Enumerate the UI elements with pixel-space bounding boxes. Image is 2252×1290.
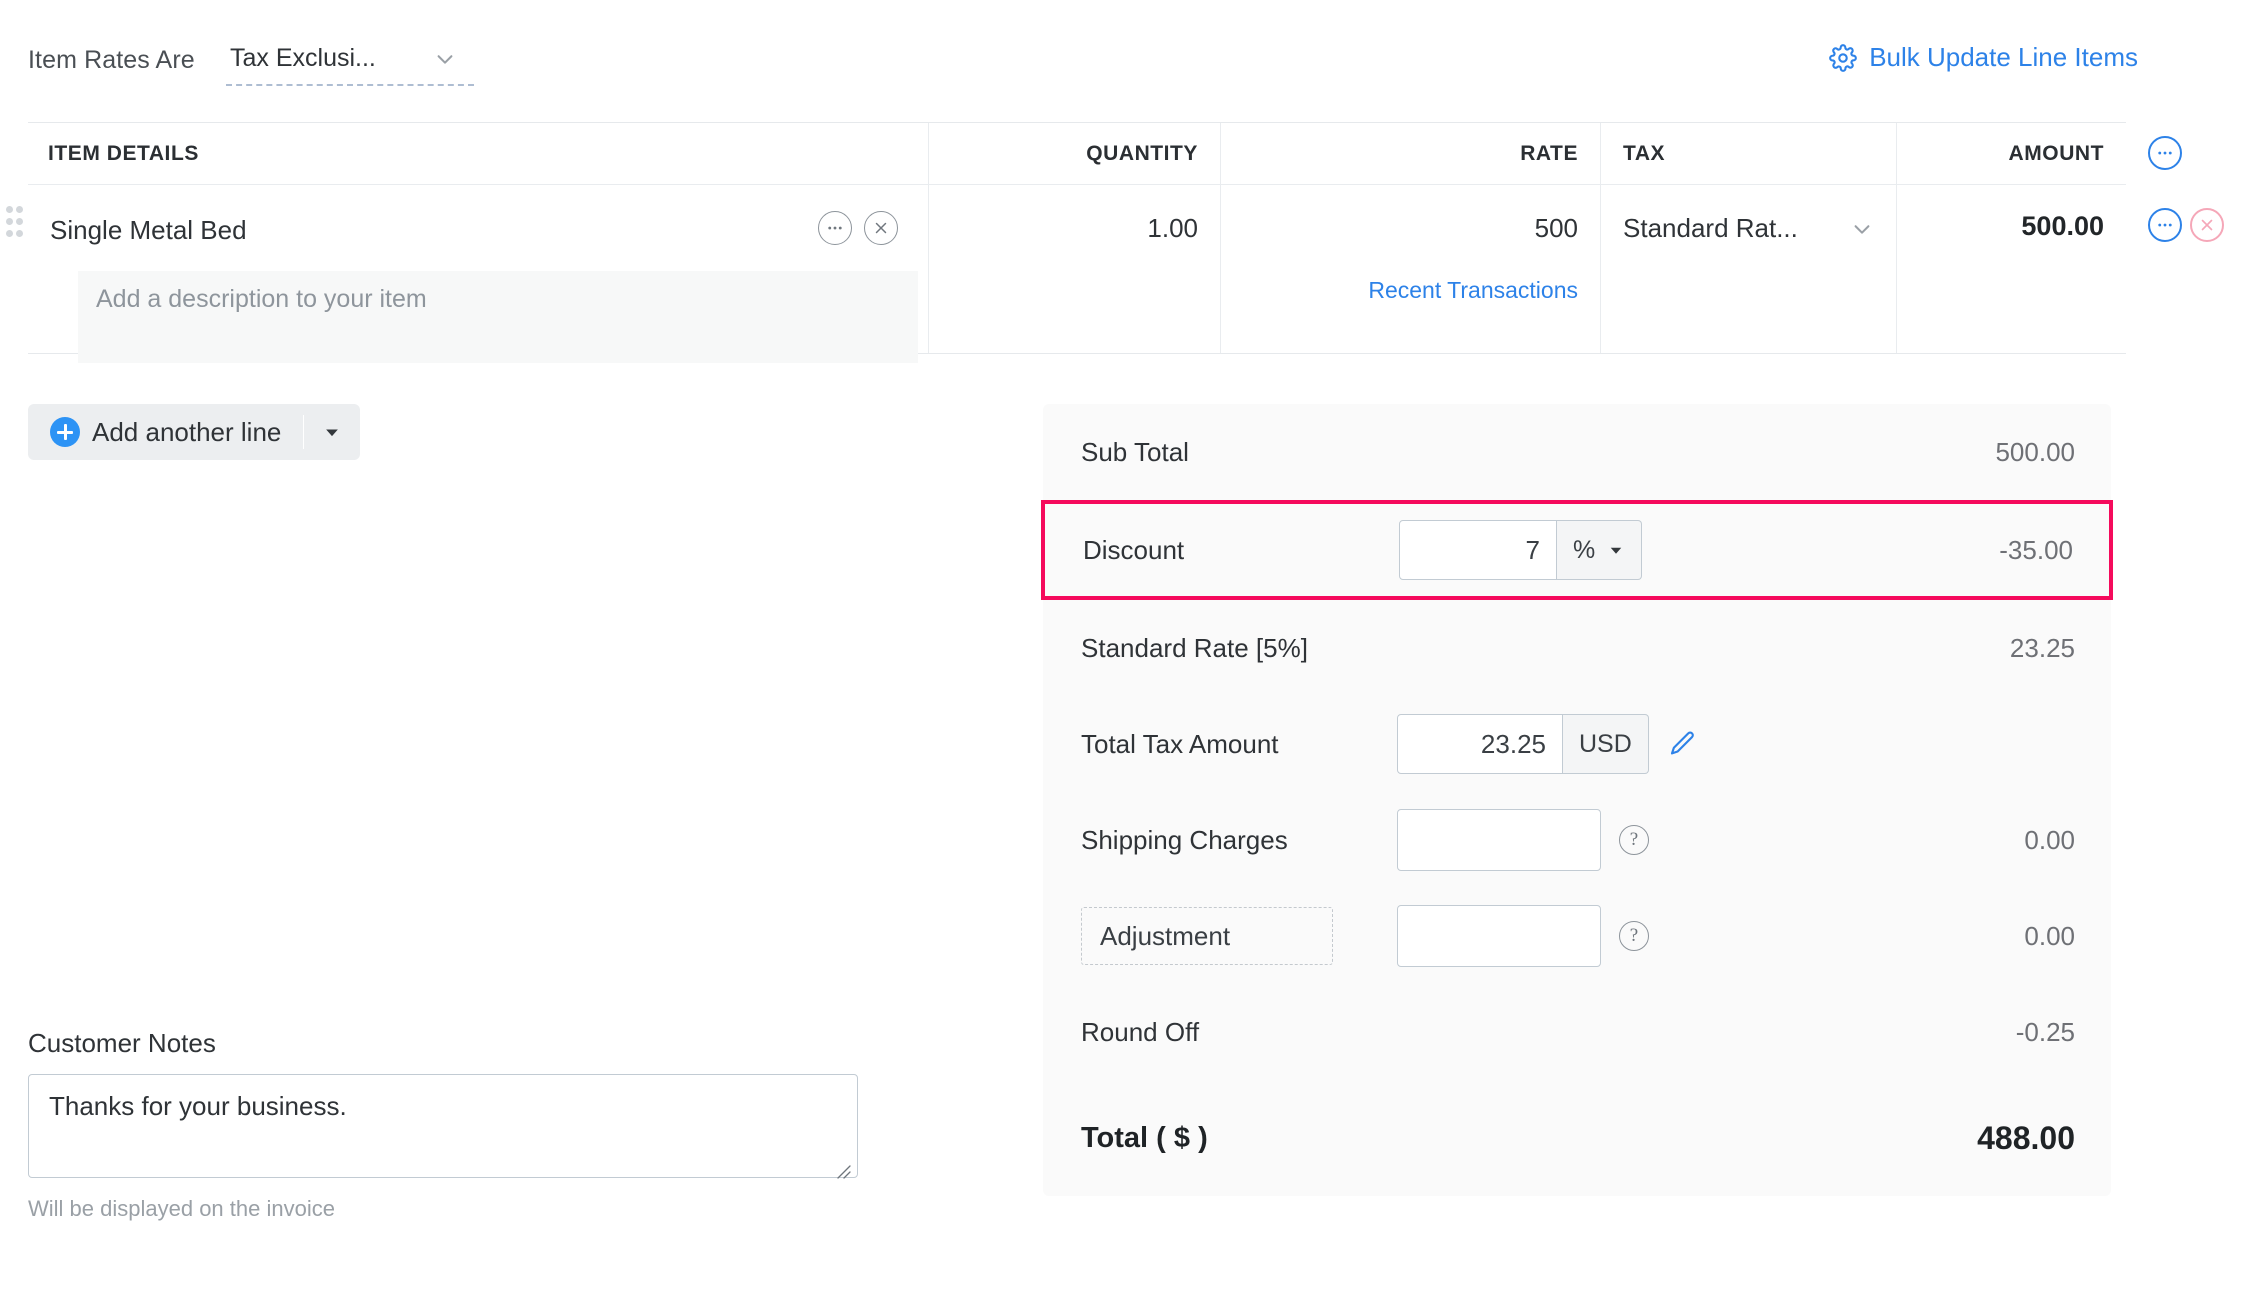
bulk-update-label: Bulk Update Line Items bbox=[1869, 42, 2138, 72]
total-tax-currency: USD bbox=[1563, 714, 1649, 774]
shipping-value: 0.00 bbox=[2024, 824, 2075, 855]
sub-total-value: 500.00 bbox=[1995, 436, 2075, 467]
bulk-update-line-items-button[interactable]: Bulk Update Line Items bbox=[1829, 42, 2138, 73]
item-rates-value: Tax Exclusi... bbox=[230, 44, 376, 72]
adjustment-label-input[interactable]: Adjustment bbox=[1081, 907, 1333, 965]
adjustment-input[interactable] bbox=[1397, 905, 1601, 967]
quantity-input[interactable]: 1.00 bbox=[1147, 213, 1198, 244]
edit-pencil-icon[interactable] bbox=[1667, 729, 1697, 759]
drag-dot bbox=[6, 206, 13, 213]
total-value: 488.00 bbox=[1977, 1119, 2075, 1156]
summary-row-adjustment: Adjustment ? 0.00 bbox=[1043, 888, 2111, 984]
summary-row-discount: Discount 7 % -35.00 bbox=[1041, 500, 2113, 600]
column-header-rate: RATE bbox=[1220, 123, 1600, 184]
gear-icon bbox=[1829, 43, 1858, 72]
round-off-value: -0.25 bbox=[2015, 1016, 2075, 1047]
shipping-controls: ? bbox=[1397, 809, 1895, 871]
more-options-icon[interactable] bbox=[818, 211, 852, 245]
total-tax-controls: 23.25 USD bbox=[1397, 714, 1895, 774]
chevron-down-icon bbox=[1851, 218, 1873, 240]
drag-dot bbox=[6, 218, 13, 225]
round-off-label: Round Off bbox=[1081, 1016, 1200, 1047]
column-header-tax: TAX bbox=[1600, 123, 1896, 184]
item-rates-dropdown[interactable]: Tax Exclusi... bbox=[226, 40, 474, 86]
tax-value: Standard Rat... bbox=[1623, 213, 1798, 243]
row-delete-icon[interactable] bbox=[2190, 208, 2224, 242]
summary-row-sub-total: Sub Total 500.00 bbox=[1043, 404, 2111, 500]
discount-value: -35.00 bbox=[1999, 534, 2073, 565]
column-header-item-details: ITEM DETAILS bbox=[48, 141, 199, 165]
item-description-input[interactable]: Add a description to your item bbox=[78, 271, 918, 363]
summary-row-tax-rate: Standard Rate [5%] 23.25 bbox=[1043, 600, 2111, 696]
drag-dot bbox=[16, 218, 23, 225]
resize-handle-icon[interactable] bbox=[833, 1155, 851, 1179]
item-rates-label: Item Rates Are bbox=[28, 46, 195, 74]
item-details-cell: Single Metal Bed Add a description to yo… bbox=[28, 185, 928, 363]
customer-notes-textarea[interactable]: Thanks for your business. bbox=[28, 1074, 858, 1179]
shipping-label: Shipping Charges bbox=[1081, 824, 1288, 855]
add-another-line-label: Add another line bbox=[92, 416, 282, 447]
add-another-line-button[interactable]: Add another line bbox=[28, 404, 361, 460]
total-label: Total ( $ ) bbox=[1081, 1121, 1208, 1154]
item-row-inline-actions bbox=[818, 211, 898, 245]
summary-row-total-tax: Total Tax Amount 23.25 USD bbox=[1043, 696, 2111, 792]
chevron-down-icon bbox=[434, 48, 456, 70]
tax-rate-label: Standard Rate [5%] bbox=[1081, 632, 1308, 663]
adjustment-label-wrap: Adjustment bbox=[1081, 907, 1397, 965]
close-icon[interactable] bbox=[864, 211, 898, 245]
discount-input[interactable]: 7 bbox=[1399, 520, 1557, 580]
tax-dropdown[interactable]: Standard Rat... bbox=[1623, 213, 1873, 244]
add-line-dropdown-toggle[interactable] bbox=[304, 422, 360, 442]
total-tax-input[interactable]: 23.25 bbox=[1397, 714, 1563, 774]
line-items-table: ITEM DETAILS QUANTITY RATE TAX AMOUNT Si… bbox=[28, 122, 2126, 363]
summary-row-shipping: Shipping Charges ? 0.00 bbox=[1043, 792, 2111, 888]
total-tax-label: Total Tax Amount bbox=[1081, 728, 1279, 759]
customer-notes-hint: Will be displayed on the invoice bbox=[28, 1196, 335, 1221]
table-header-row: ITEM DETAILS QUANTITY RATE TAX AMOUNT bbox=[28, 123, 2126, 185]
adjustment-value: 0.00 bbox=[2024, 920, 2075, 951]
item-name[interactable]: Single Metal Bed bbox=[50, 215, 247, 246]
item-rates-toolbar: Item Rates Are Tax Exclusi... Bulk Updat… bbox=[0, 0, 2252, 122]
row-more-options-icon[interactable] bbox=[2148, 208, 2182, 242]
recent-transactions-link[interactable]: Recent Transactions bbox=[1368, 277, 1578, 304]
drag-dot bbox=[6, 230, 13, 237]
drag-dot bbox=[16, 230, 23, 237]
total-tax-currency-value: USD bbox=[1579, 729, 1632, 758]
discount-label: Discount bbox=[1083, 534, 1185, 565]
adjustment-controls: ? bbox=[1397, 905, 1895, 967]
shipping-input[interactable] bbox=[1397, 809, 1601, 871]
help-icon[interactable]: ? bbox=[1619, 921, 1649, 951]
item-description-placeholder: Add a description to your item bbox=[96, 285, 427, 313]
table-settings-more-icon[interactable] bbox=[2148, 136, 2182, 170]
row-drag-handle[interactable] bbox=[6, 206, 28, 240]
customer-notes-value: Thanks for your business. bbox=[49, 1091, 347, 1121]
summary-row-total: Total ( $ ) 488.00 bbox=[1043, 1080, 2111, 1196]
amount-value: 500.00 bbox=[2021, 211, 2104, 241]
discount-unit-dropdown[interactable]: % bbox=[1557, 520, 1643, 580]
customer-notes-label: Customer Notes bbox=[28, 1028, 216, 1058]
rate-cell: 500 Recent Transactions bbox=[1220, 185, 1600, 353]
table-row: Single Metal Bed Add a description to yo… bbox=[28, 185, 2126, 363]
column-header-amount: AMOUNT bbox=[1896, 123, 2126, 184]
plus-icon bbox=[50, 417, 80, 447]
tax-rate-value: 23.25 bbox=[2009, 632, 2075, 663]
totals-summary-panel: Sub Total 500.00 Discount 7 % -35.00 Sta… bbox=[1041, 404, 2113, 1196]
discount-controls: 7 % bbox=[1399, 520, 1893, 580]
total-tax-input-group: 23.25 USD bbox=[1397, 714, 1649, 774]
caret-down-icon bbox=[1610, 547, 1622, 554]
tax-cell: Standard Rat... bbox=[1600, 185, 1896, 353]
rate-input[interactable]: 500 bbox=[1535, 213, 1578, 244]
summary-row-round-off: Round Off -0.25 bbox=[1043, 984, 2111, 1080]
column-header-quantity: QUANTITY bbox=[928, 123, 1220, 184]
help-icon[interactable]: ? bbox=[1619, 825, 1649, 855]
discount-unit-value: % bbox=[1573, 535, 1596, 564]
drag-dot bbox=[16, 206, 23, 213]
discount-input-group: 7 % bbox=[1399, 520, 1643, 580]
amount-cell: 500.00 bbox=[1896, 185, 2126, 353]
sub-total-label: Sub Total bbox=[1081, 436, 1189, 467]
quantity-cell: 1.00 bbox=[928, 185, 1220, 353]
